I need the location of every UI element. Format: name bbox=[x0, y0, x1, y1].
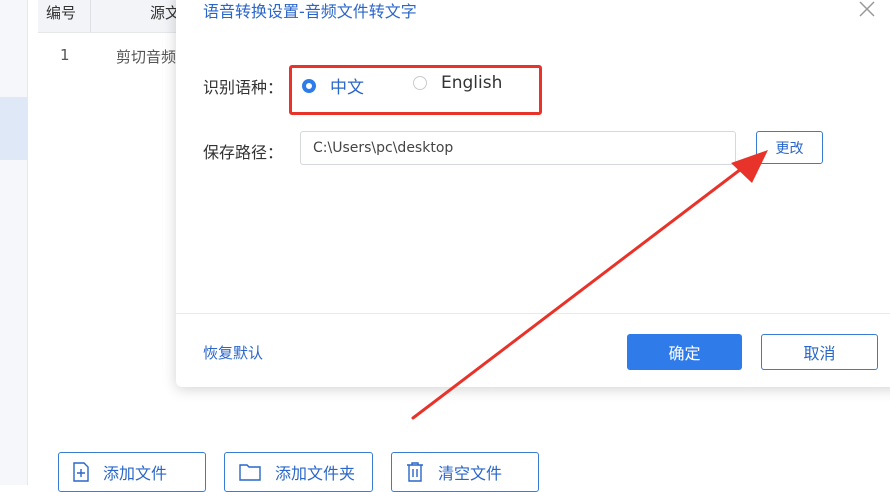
ok-button[interactable]: 确定 bbox=[627, 334, 742, 370]
dialog-title-bar[interactable]: 语音转换设置-音频文件转文字 bbox=[176, 0, 890, 30]
footer-divider bbox=[176, 313, 890, 314]
dialog-title: 语音转换设置-音频文件转文字 bbox=[203, 2, 417, 21]
add-folder-label: 添加文件夹 bbox=[275, 464, 356, 483]
save-path-label: 保存路径： bbox=[203, 143, 284, 162]
close-icon[interactable] bbox=[858, 0, 876, 18]
clear-files-button[interactable]: 清空文件 bbox=[391, 452, 539, 492]
clear-files-label: 清空文件 bbox=[438, 464, 503, 483]
add-file-label: 添加文件 bbox=[103, 464, 168, 483]
radio-english[interactable]: English bbox=[413, 73, 502, 93]
restore-default-link[interactable]: 恢复默认 bbox=[203, 342, 263, 363]
trash-icon bbox=[407, 462, 423, 482]
radio-chinese-label: 中文 bbox=[330, 78, 364, 98]
language-label: 识别语种： bbox=[203, 78, 284, 97]
radio-dot-checked bbox=[302, 78, 316, 93]
row-file-name: 剪切音频 bbox=[116, 48, 177, 66]
radio-chinese[interactable]: 中文 bbox=[302, 73, 364, 98]
radio-english-label: English bbox=[441, 73, 503, 93]
row-index: 1 bbox=[60, 46, 70, 64]
sidebar bbox=[0, 0, 28, 485]
file-plus-icon bbox=[73, 462, 89, 482]
cancel-button[interactable]: 取消 bbox=[761, 334, 878, 370]
table-header-index: 编号 bbox=[46, 4, 77, 22]
sidebar-item-selected[interactable] bbox=[0, 97, 27, 160]
add-folder-button[interactable]: 添加文件夹 bbox=[224, 452, 373, 492]
radio-dot-unchecked bbox=[413, 76, 427, 90]
save-path-input[interactable] bbox=[300, 131, 736, 165]
add-file-button[interactable]: 添加文件 bbox=[58, 452, 206, 492]
change-path-button[interactable]: 更改 bbox=[756, 131, 823, 164]
folder-icon bbox=[239, 464, 261, 481]
column-divider bbox=[90, 0, 91, 32]
speech-conversion-dialog: 语音转换设置-音频文件转文字 识别语种： 中文 English 保存路径： 更改… bbox=[176, 0, 890, 387]
